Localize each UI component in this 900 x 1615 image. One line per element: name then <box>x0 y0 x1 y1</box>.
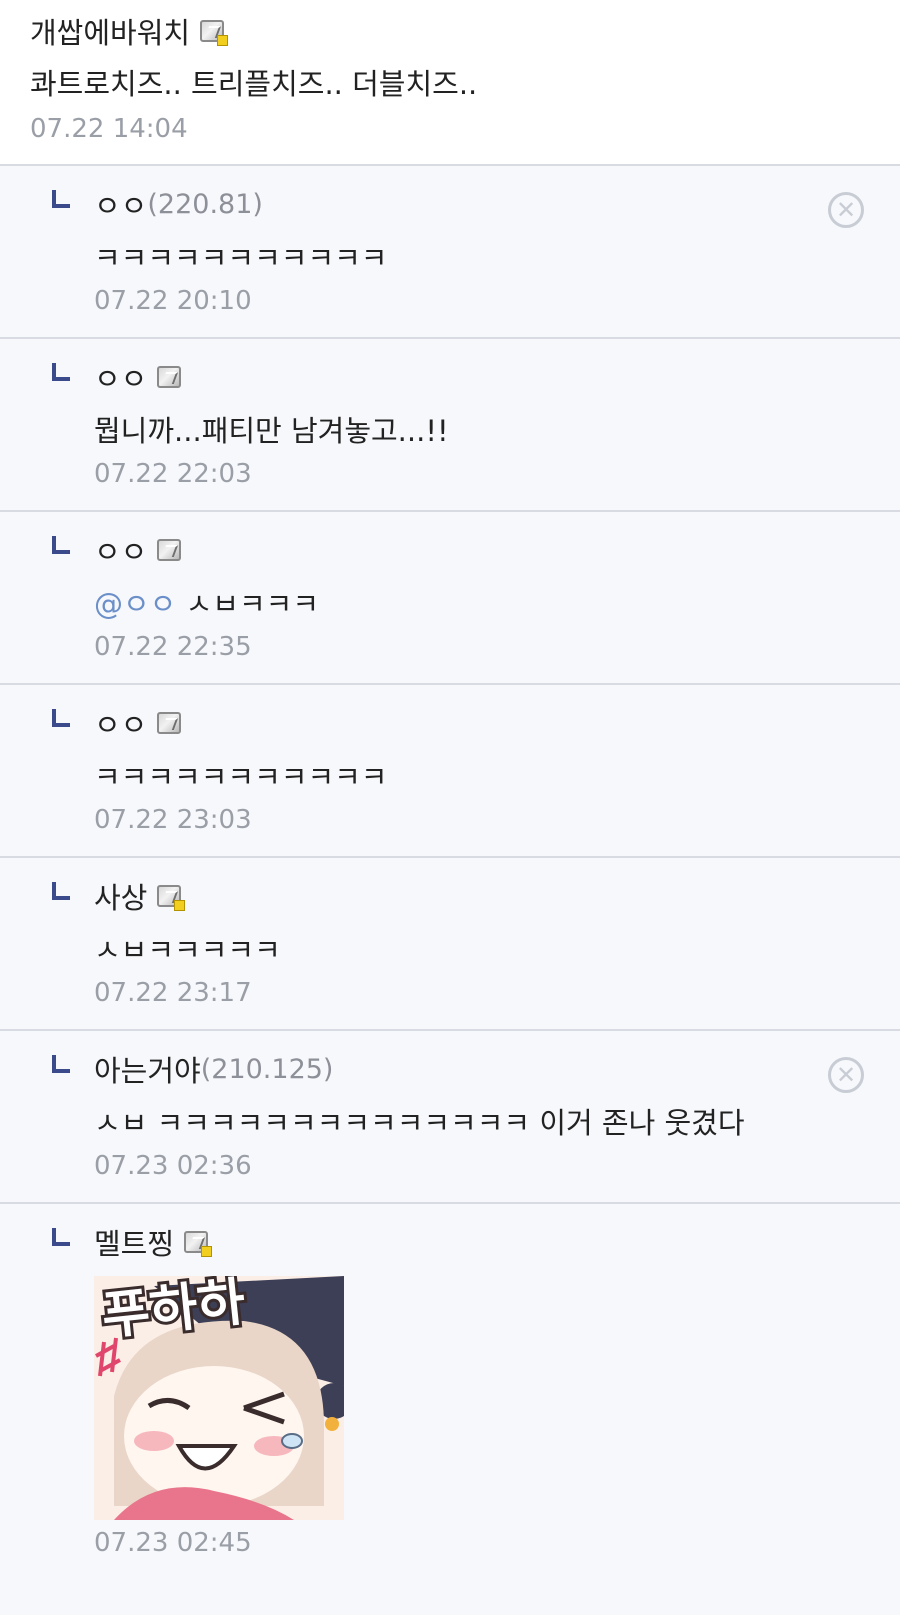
author-name[interactable]: 사상 <box>94 875 147 917</box>
mention-link[interactable]: @ㅇㅇ <box>94 587 176 621</box>
reply-author-line: ㅇㅇ <box>94 530 900 570</box>
comment-thread: 개쌉에바워치 콰트로치즈.. 트리플치즈.. 더블치즈.. 07.22 14:0… <box>0 0 900 1615</box>
reply-arrow-icon <box>52 1055 70 1073</box>
reply-arrow-icon <box>52 882 70 900</box>
reply-author-line: ㅇㅇ <box>94 357 900 397</box>
reply-author-line: 멜트찡 <box>94 1222 900 1262</box>
reply-text: ㅋㅋㅋㅋㅋㅋㅋㅋㅋㅋㅋ <box>94 760 388 794</box>
reply-text: 뭡니까...패티만 남겨놓고...!! <box>94 414 449 448</box>
comment-text: 콰트로치즈.. 트리플치즈.. 더블치즈.. <box>30 67 478 101</box>
author-name[interactable]: ㅇㅇ <box>94 183 147 225</box>
reply-author-line: 사상 <box>94 876 900 916</box>
member-badge-icon <box>157 366 182 388</box>
reply-item: 멜트찡 푸하하 07.23 02:45 <box>0 1204 900 1615</box>
reply-time: 07.23 02:45 <box>94 1528 252 1558</box>
reply-text-body: ㅅㅂㅋㅋㅋ <box>185 587 319 621</box>
member-badge-icon <box>184 1231 213 1257</box>
author-name[interactable]: 개쌉에바워치 <box>30 10 190 52</box>
reply-arrow-icon <box>52 363 70 381</box>
reply-text: ㅅㅂㅋㅋㅋㅋㅋ <box>94 933 281 967</box>
author-name[interactable]: 멜트찡 <box>94 1221 174 1263</box>
author-name[interactable]: ㅇㅇ <box>94 356 147 398</box>
reply-time: 07.23 02:36 <box>94 1151 252 1181</box>
author-name[interactable]: ㅇㅇ <box>94 529 147 571</box>
reply-arrow-icon <box>52 709 70 727</box>
sticker-illustration: 푸하하 <box>94 1276 344 1520</box>
reply-time: 07.22 22:35 <box>94 632 252 662</box>
reply-item: 사상 ㅅㅂㅋㅋㅋㅋㅋ 07.22 23:17 <box>0 858 900 1031</box>
reply-time: 07.22 23:03 <box>94 805 252 835</box>
reply-text: @ㅇㅇ ㅅㅂㅋㅋㅋ <box>94 584 900 624</box>
comment-time: 07.22 14:04 <box>30 114 188 144</box>
author-name[interactable]: 아는거야 <box>94 1048 201 1090</box>
reply-arrow-icon <box>52 536 70 554</box>
author-ip: (210.125) <box>200 1053 334 1085</box>
post-comment: 개쌉에바워치 콰트로치즈.. 트리플치즈.. 더블치즈.. 07.22 14:0… <box>0 0 900 166</box>
reply-author-line: 아는거야 (210.125) <box>94 1049 900 1089</box>
reply-item: 아는거야 (210.125) ㅅㅂ ㅋㅋㅋㅋㅋㅋㅋㅋㅋㅋㅋㅋㅋㅋ 이거 존나 웃겼… <box>0 1031 900 1204</box>
reply-time: 07.22 20:10 <box>94 286 252 316</box>
reply-text: ㅅㅂ ㅋㅋㅋㅋㅋㅋㅋㅋㅋㅋㅋㅋㅋㅋ 이거 존나 웃겼다 <box>94 1106 745 1140</box>
delete-button[interactable]: ✕ <box>828 1057 864 1093</box>
close-circle-icon: ✕ <box>835 196 857 224</box>
reply-text: ㅋㅋㅋㅋㅋㅋㅋㅋㅋㅋㅋ <box>94 241 388 275</box>
reply-time: 07.22 23:17 <box>94 978 252 1008</box>
reply-item: ㅇㅇ ㅋㅋㅋㅋㅋㅋㅋㅋㅋㅋㅋ 07.22 23:03 <box>0 685 900 858</box>
delete-button[interactable]: ✕ <box>828 192 864 228</box>
member-badge-icon <box>157 712 182 734</box>
member-badge-icon <box>200 20 229 46</box>
author-name[interactable]: ㅇㅇ <box>94 702 147 744</box>
reply-item: ㅇㅇ 뭡니까...패티만 남겨놓고...!! 07.22 22:03 <box>0 339 900 512</box>
member-badge-icon <box>157 539 182 561</box>
reply-arrow-icon <box>52 1228 70 1246</box>
reply-author-line: ㅇㅇ (220.81) <box>94 184 900 224</box>
reply-author-line: ㅇㅇ <box>94 703 900 743</box>
reply-item: ㅇㅇ (220.81) ㅋㅋㅋㅋㅋㅋㅋㅋㅋㅋㅋ 07.22 20:10 ✕ <box>0 166 900 339</box>
author-ip: (220.81) <box>147 188 263 220</box>
comment-author-line: 개쌉에바워치 <box>30 14 900 50</box>
close-circle-icon: ✕ <box>835 1061 857 1089</box>
reply-arrow-icon <box>52 190 70 208</box>
reply-item: ㅇㅇ @ㅇㅇ ㅅㅂㅋㅋㅋ 07.22 22:35 <box>0 512 900 685</box>
reply-time: 07.22 22:03 <box>94 459 252 489</box>
sticker-image: 푸하하 <box>94 1276 344 1520</box>
member-badge-icon <box>157 885 186 911</box>
